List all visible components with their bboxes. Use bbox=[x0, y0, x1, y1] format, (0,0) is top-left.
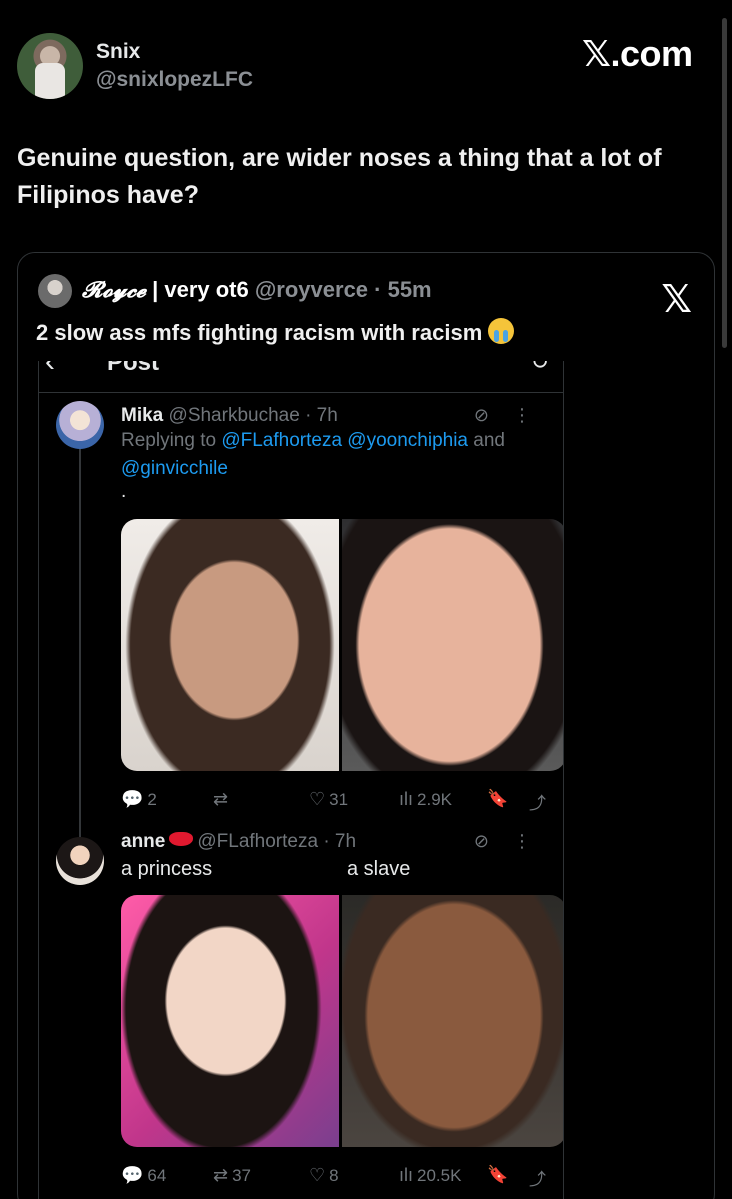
repost-count: 37 bbox=[232, 1166, 252, 1185]
quoted-author-avatar[interactable] bbox=[38, 274, 72, 308]
reply-button[interactable]: 💬 64 bbox=[121, 1165, 166, 1186]
bookmark-icon[interactable]: 🔖 bbox=[487, 1165, 508, 1185]
mention-link[interactable]: @ginvicchile bbox=[121, 458, 228, 479]
replying-and: and bbox=[468, 430, 505, 451]
embedded-page-title: Post bbox=[107, 361, 160, 376]
back-arrow-icon[interactable]: ‹ bbox=[45, 361, 55, 379]
views-icon: ılı bbox=[399, 789, 414, 809]
embedded-screenshot: ‹ Post ↻ Mika @Sharkbuchae · 7h ⊘⋮ Reply… bbox=[38, 361, 564, 1199]
quoted-author-suffix: | very ot6 bbox=[145, 277, 255, 302]
tweet-avatar[interactable] bbox=[17, 33, 83, 99]
thread-line bbox=[79, 417, 81, 837]
like-button[interactable]: ♡ 8 bbox=[309, 1165, 339, 1186]
author-handle[interactable]: @snixlopezLFC bbox=[96, 68, 253, 92]
refresh-icon[interactable]: ↻ bbox=[531, 361, 549, 375]
like-icon: ♡ bbox=[309, 789, 326, 809]
views-count: 20.5K bbox=[417, 1166, 462, 1185]
reply-image-left[interactable] bbox=[121, 519, 339, 771]
x-logo-icon: 𝕏 bbox=[661, 279, 692, 321]
repost-button[interactable]: ⇄ bbox=[213, 789, 232, 810]
grok-and-more-icons[interactable]: ⊘⋮ bbox=[474, 831, 555, 852]
repost-icon: ⇄ bbox=[213, 789, 229, 809]
reply-image-right[interactable] bbox=[342, 519, 563, 771]
quoted-post-card[interactable]: 𝓡𝓸𝔂𝓬𝓮 | very ot6 @royverce · 55m 𝕏 2 slo… bbox=[17, 252, 715, 1199]
views-button[interactable]: ılı 20.5K bbox=[399, 1165, 461, 1186]
grok-and-more-icons[interactable]: ⊘⋮ bbox=[474, 405, 555, 426]
reply-button[interactable]: 💬 2 bbox=[121, 789, 157, 810]
views-icon: ılı bbox=[399, 1165, 414, 1185]
caption-left: a princess bbox=[121, 858, 213, 880]
like-count: 8 bbox=[329, 1166, 339, 1185]
caption-right: a slave bbox=[347, 858, 411, 880]
scrollbar[interactable] bbox=[722, 18, 727, 348]
post-text: Genuine question, are wider noses a thin… bbox=[17, 144, 662, 209]
views-count: 2.9K bbox=[417, 790, 452, 809]
reply-author-name[interactable]: Mika bbox=[121, 405, 163, 426]
reply-avatar-mika[interactable] bbox=[56, 401, 104, 449]
quoted-author-name[interactable]: 𝓡𝓸𝔂𝓬𝓮 bbox=[82, 277, 146, 303]
reply-header: anne @FLafhorteza · 7h bbox=[121, 831, 356, 853]
mention-link[interactable]: @FLafhorteza @yoonchiphia bbox=[221, 430, 468, 451]
author-name[interactable]: Snix bbox=[96, 40, 140, 64]
quoted-post-text-content: 2 slow ass mfs fighting racism with raci… bbox=[36, 320, 483, 345]
embedded-topbar: ‹ Post ↻ bbox=[39, 361, 563, 393]
reply-author-handle[interactable]: @Sharkbuchae · 7h bbox=[169, 405, 338, 426]
reply-icon: 💬 bbox=[121, 789, 144, 809]
reply-image-right[interactable] bbox=[342, 895, 563, 1147]
reply-author-name[interactable]: anne bbox=[121, 831, 165, 852]
replying-to-label: Replying to bbox=[121, 430, 222, 451]
reply-author-handle[interactable]: @FLafhorteza · 7h bbox=[197, 831, 356, 852]
views-button[interactable]: ılı 2.9K bbox=[399, 789, 452, 810]
share-icon[interactable]: ⤴ bbox=[529, 1165, 546, 1190]
reply-image-left[interactable] bbox=[121, 895, 339, 1147]
repost-button[interactable]: ⇄ 37 bbox=[213, 1165, 251, 1186]
reply-actions: 💬 64 ⇄ 37 ♡ 8 ılı 20.5K 🔖 ⤴ bbox=[121, 1165, 561, 1189]
repost-icon: ⇄ bbox=[213, 1165, 229, 1185]
reply-count: 2 bbox=[147, 790, 157, 809]
crying-emoji-icon bbox=[488, 318, 515, 344]
reply-body: . bbox=[121, 481, 127, 502]
x-logo-watermark: 𝕏.com bbox=[582, 33, 693, 74]
quoted-post-text: 2 slow ass mfs fighting racism with raci… bbox=[36, 318, 515, 346]
share-icon[interactable]: ⤴ bbox=[529, 789, 546, 814]
reply-header: Mika @Sharkbuchae · 7h bbox=[121, 405, 338, 427]
quoted-author-handle[interactable]: @royverce · 55m bbox=[255, 277, 432, 302]
quoted-post-header: 𝓡𝓸𝔂𝓬𝓮 | very ot6 @royverce · 55m bbox=[82, 277, 432, 303]
like-button[interactable]: ♡ 31 bbox=[309, 789, 348, 810]
like-icon: ♡ bbox=[309, 1165, 326, 1185]
like-count: 31 bbox=[329, 790, 349, 809]
reply-icon: 💬 bbox=[121, 1165, 144, 1185]
reply-actions: 💬 2 ⇄ ♡ 31 ılı 2.9K 🔖 ⤴ bbox=[121, 789, 561, 813]
replying-to: Replying to @FLafhorteza @yoonchiphia an… bbox=[121, 427, 561, 483]
reply-avatar-anne[interactable] bbox=[56, 837, 104, 885]
lips-emoji-icon bbox=[169, 832, 194, 846]
reply-count: 64 bbox=[147, 1166, 167, 1185]
bookmark-icon[interactable]: 🔖 bbox=[487, 789, 508, 809]
